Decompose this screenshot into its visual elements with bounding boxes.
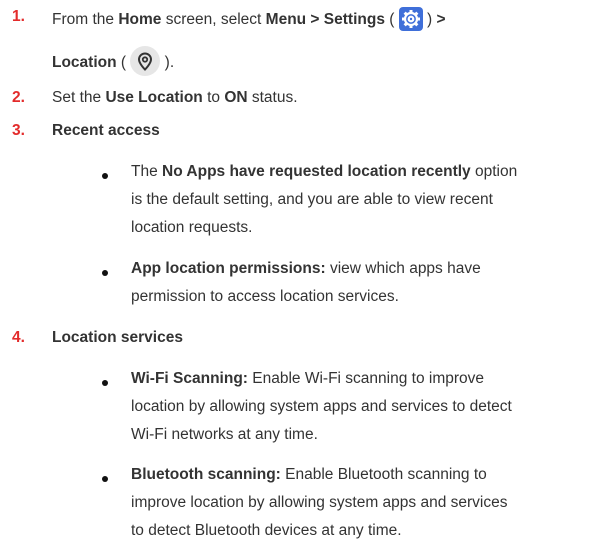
text: ( xyxy=(384,11,399,29)
text: option xyxy=(470,163,518,180)
text: Enable Bluetooth scanning to xyxy=(280,466,487,483)
step-number: 1. xyxy=(12,8,25,25)
bullet-text-line: App location permissions: view which app… xyxy=(131,260,481,278)
bullet-icon xyxy=(102,270,108,276)
bullet-icon xyxy=(102,476,108,482)
option-label: Wi-Fi Scanning: xyxy=(131,370,248,387)
option-label: No Apps have requested location recently xyxy=(162,163,471,180)
bullet-icon xyxy=(102,380,108,386)
bullet-text-line: Bluetooth scanning: Enable Bluetooth sca… xyxy=(131,466,487,484)
bullet-text-line: location by allowing system apps and ser… xyxy=(131,398,512,415)
text: Enable Wi-Fi scanning to improve xyxy=(247,370,485,387)
text: to xyxy=(202,89,225,106)
text: status. xyxy=(247,89,298,106)
location-pin-icon xyxy=(130,46,161,76)
settings-gear-icon xyxy=(398,7,423,31)
text: ). xyxy=(160,54,175,72)
bullet-text-line: location requests. xyxy=(131,219,253,236)
option-label: App location permissions: xyxy=(131,260,326,277)
text: view which apps have xyxy=(325,260,481,277)
bullet-text-line: The No Apps have requested location rece… xyxy=(131,163,517,181)
bullet-text-line: Wi-Fi Scanning: Enable Wi-Fi scanning to… xyxy=(131,370,484,388)
menu-settings-label: Menu > Settings xyxy=(265,11,385,29)
section-title: Recent access xyxy=(52,122,160,139)
step-number: 4. xyxy=(12,329,25,346)
text: ) xyxy=(422,11,437,29)
step-text-line: Set the Use Location to ON status. xyxy=(52,89,298,107)
text: screen, select xyxy=(161,11,266,29)
bullet-text-line: is the default setting, and you are able… xyxy=(131,191,493,208)
bullet-text-line: permission to access location services. xyxy=(131,288,399,305)
step-text-line: From the Home screen, select Menu > Sett… xyxy=(52,7,446,32)
text: Set the xyxy=(52,89,106,106)
text: ( xyxy=(116,54,131,72)
bullet-text-line: to detect Bluetooth devices at any time. xyxy=(131,522,402,539)
step-number: 3. xyxy=(12,122,25,139)
step-number: 2. xyxy=(12,89,25,106)
bullet-text-line: Wi-Fi networks at any time. xyxy=(131,426,318,443)
text: From the xyxy=(52,11,119,29)
on-label: ON xyxy=(224,89,248,106)
section-title: Location services xyxy=(52,329,183,346)
use-location-label: Use Location xyxy=(105,89,203,106)
option-label: Bluetooth scanning: xyxy=(131,466,281,483)
bullet-icon xyxy=(102,173,108,179)
step-text-line: Location ( ). xyxy=(52,46,175,78)
text: The xyxy=(131,163,163,180)
home-label: Home xyxy=(118,11,162,29)
text: > xyxy=(436,11,446,29)
location-label: Location xyxy=(52,54,117,72)
bullet-text-line: improve location by allowing system apps… xyxy=(131,494,508,511)
